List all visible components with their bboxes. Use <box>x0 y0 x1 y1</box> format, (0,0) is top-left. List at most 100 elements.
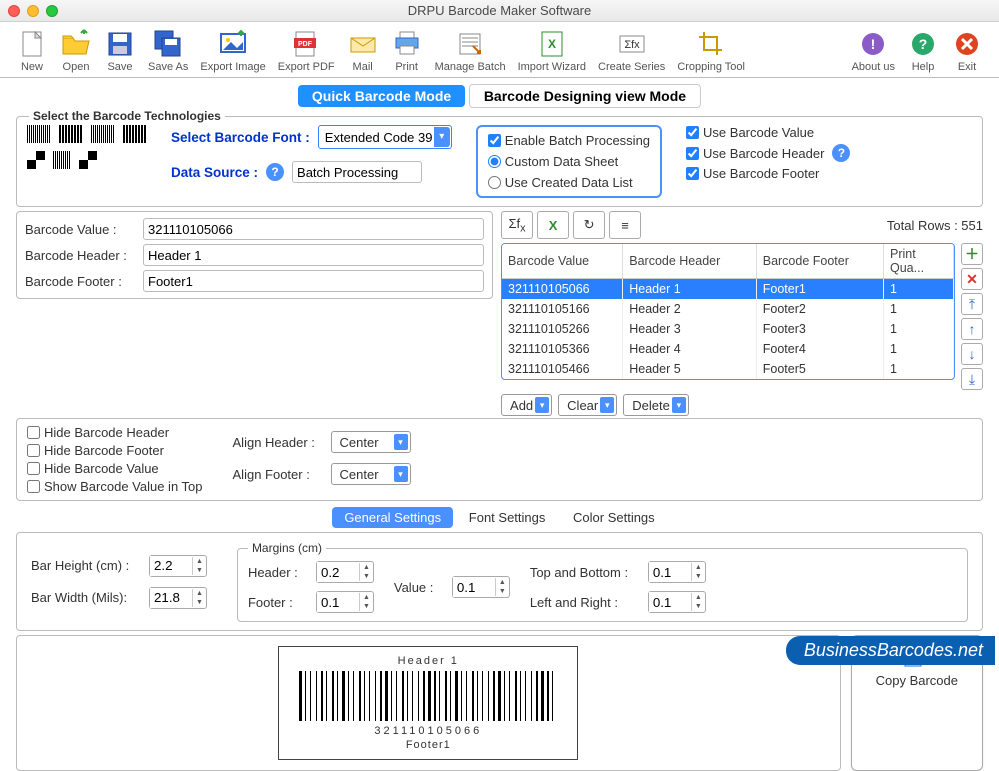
svg-text:?: ? <box>919 36 928 52</box>
save-as-icon <box>152 28 184 60</box>
margin-lr-input[interactable]: ▲▼ <box>648 591 706 613</box>
mail-icon <box>347 28 379 60</box>
hide-footer-checkbox[interactable]: Hide Barcode Footer <box>27 443 203 458</box>
refresh-button[interactable]: ↻ <box>573 211 605 239</box>
barcode-value-input[interactable] <box>143 218 484 240</box>
image-export-icon <box>217 28 249 60</box>
tab-color[interactable]: Color Settings <box>561 507 667 528</box>
save-as-button[interactable]: Save As <box>142 26 194 75</box>
mail-button[interactable]: Mail <box>341 26 385 75</box>
folder-open-icon <box>60 28 92 60</box>
help-icon[interactable]: ? <box>266 163 284 181</box>
move-top-button[interactable]: ⤒ <box>961 293 983 315</box>
margins-fieldset: Margins (cm) Header :▲▼ Footer :▲▼ Value… <box>237 541 968 622</box>
margin-tb-input[interactable]: ▲▼ <box>648 561 706 583</box>
add-select[interactable]: Add <box>501 394 552 416</box>
align-footer-select[interactable]: Center <box>331 463 411 485</box>
preview-header: Header 1 <box>299 655 557 667</box>
svg-text:Σfx: Σfx <box>624 39 640 51</box>
batch-box: Enable Batch Processing Custom Data Shee… <box>476 125 662 198</box>
table-row[interactable]: 321110105366Header 4Footer41 <box>502 339 953 359</box>
move-bottom-button[interactable]: ⤓ <box>961 368 983 390</box>
margin-value-input[interactable]: ▲▼ <box>452 576 510 598</box>
about-button[interactable]: !About us <box>846 26 901 75</box>
barcode-samples <box>27 125 147 143</box>
help-icon[interactable]: ? <box>832 144 850 162</box>
col-qty[interactable]: Print Qua... <box>884 244 954 279</box>
data-table[interactable]: Barcode Value Barcode Header Barcode Foo… <box>502 244 954 379</box>
import-wizard-button[interactable]: XImport Wizard <box>512 26 592 75</box>
open-button[interactable]: Open <box>54 26 98 75</box>
exit-icon <box>951 28 983 60</box>
formula-icon: Σfx <box>616 28 648 60</box>
refresh-icon: ↻ <box>584 217 595 233</box>
tab-font[interactable]: Font Settings <box>457 507 558 528</box>
barcode-font-select[interactable]: Extended Code 39 <box>318 125 452 149</box>
move-down-button[interactable]: ↓ <box>961 343 983 365</box>
margin-footer-input[interactable]: ▲▼ <box>316 591 374 613</box>
barcode-footer-input[interactable] <box>143 270 484 292</box>
create-series-button[interactable]: ΣfxCreate Series <box>592 26 671 75</box>
info-icon: ! <box>857 28 889 60</box>
hide-value-checkbox[interactable]: Hide Barcode Value <box>27 461 203 476</box>
move-up-button[interactable]: ↑ <box>961 318 983 340</box>
bar-width-label: Bar Width (Mils): <box>31 590 141 605</box>
bh-label: Barcode Header : <box>25 248 135 263</box>
show-top-checkbox[interactable]: Show Barcode Value in Top <box>27 479 203 494</box>
clear-select[interactable]: Clear <box>558 394 617 416</box>
cropping-tool-button[interactable]: Cropping Tool <box>671 26 751 75</box>
titlebar: DRPU Barcode Maker Software <box>0 0 999 22</box>
help-button[interactable]: ?Help <box>901 26 945 75</box>
table-row[interactable]: 321110105466Header 5Footer51 <box>502 359 953 379</box>
add-row-button[interactable]: ＋ <box>961 243 983 265</box>
delete-row-button[interactable]: ✕ <box>961 268 983 290</box>
created-list-radio[interactable]: Use Created Data List <box>488 175 650 190</box>
tab-quick-mode[interactable]: Quick Barcode Mode <box>298 85 465 107</box>
table-row[interactable]: 321110105266Header 3Footer31 <box>502 319 953 339</box>
preview-footer: Footer1 <box>299 739 557 751</box>
list-icon: ≡ <box>621 218 629 233</box>
export-pdf-button[interactable]: PDFExport PDF <box>272 26 341 75</box>
data-source-field[interactable] <box>292 161 422 183</box>
formula-button[interactable]: Σfx <box>501 211 533 239</box>
svg-text:X: X <box>548 37 556 51</box>
exit-button[interactable]: Exit <box>945 26 989 75</box>
custom-data-radio[interactable]: Custom Data Sheet <box>488 154 650 169</box>
use-value-checkbox[interactable]: Use Barcode Value <box>686 125 814 140</box>
excel-button[interactable]: X <box>537 211 569 239</box>
preview-value: 321110105066 <box>299 725 557 737</box>
col-header[interactable]: Barcode Header <box>623 244 756 279</box>
save-button[interactable]: Save <box>98 26 142 75</box>
table-row[interactable]: 321110105066Header 1Footer11 <box>502 279 953 299</box>
delete-select[interactable]: Delete <box>623 394 689 416</box>
hide-header-checkbox[interactable]: Hide Barcode Header <box>27 425 203 440</box>
mode-tabs: Quick Barcode Mode Barcode Designing vie… <box>0 78 999 112</box>
bar-height-label: Bar Height (cm) : <box>31 558 141 573</box>
enable-batch-checkbox[interactable]: Enable Batch Processing <box>488 133 650 148</box>
manage-batch-button[interactable]: Manage Batch <box>429 26 512 75</box>
export-image-button[interactable]: Export Image <box>194 26 271 75</box>
use-footer-checkbox[interactable]: Use Barcode Footer <box>686 166 819 181</box>
tab-design-mode[interactable]: Barcode Designing view Mode <box>469 84 701 108</box>
col-value[interactable]: Barcode Value <box>502 244 623 279</box>
font-label: Select Barcode Font : <box>171 130 310 145</box>
excel-icon: X <box>536 28 568 60</box>
barcode-header-input[interactable] <box>143 244 484 266</box>
bar-width-input[interactable]: ▲▼ <box>149 587 207 609</box>
new-button[interactable]: New <box>10 26 54 75</box>
svg-text:PDF: PDF <box>298 41 313 48</box>
print-button[interactable]: Print <box>385 26 429 75</box>
table-row[interactable]: 321110105166Header 2Footer21 <box>502 299 953 319</box>
total-rows: Total Rows : 551 <box>887 218 983 233</box>
tab-general[interactable]: General Settings <box>332 507 453 528</box>
printer-icon <box>391 28 423 60</box>
bf-label: Barcode Footer : <box>25 274 135 289</box>
align-header-select[interactable]: Center <box>331 431 411 453</box>
margin-header-input[interactable]: ▲▼ <box>316 561 374 583</box>
barcode-stripes <box>299 671 557 721</box>
bar-height-input[interactable]: ▲▼ <box>149 555 207 577</box>
col-footer[interactable]: Barcode Footer <box>756 244 883 279</box>
use-header-checkbox[interactable]: Use Barcode Header <box>686 146 824 161</box>
list-button[interactable]: ≡ <box>609 211 641 239</box>
align-footer-label: Align Footer : <box>233 467 323 482</box>
